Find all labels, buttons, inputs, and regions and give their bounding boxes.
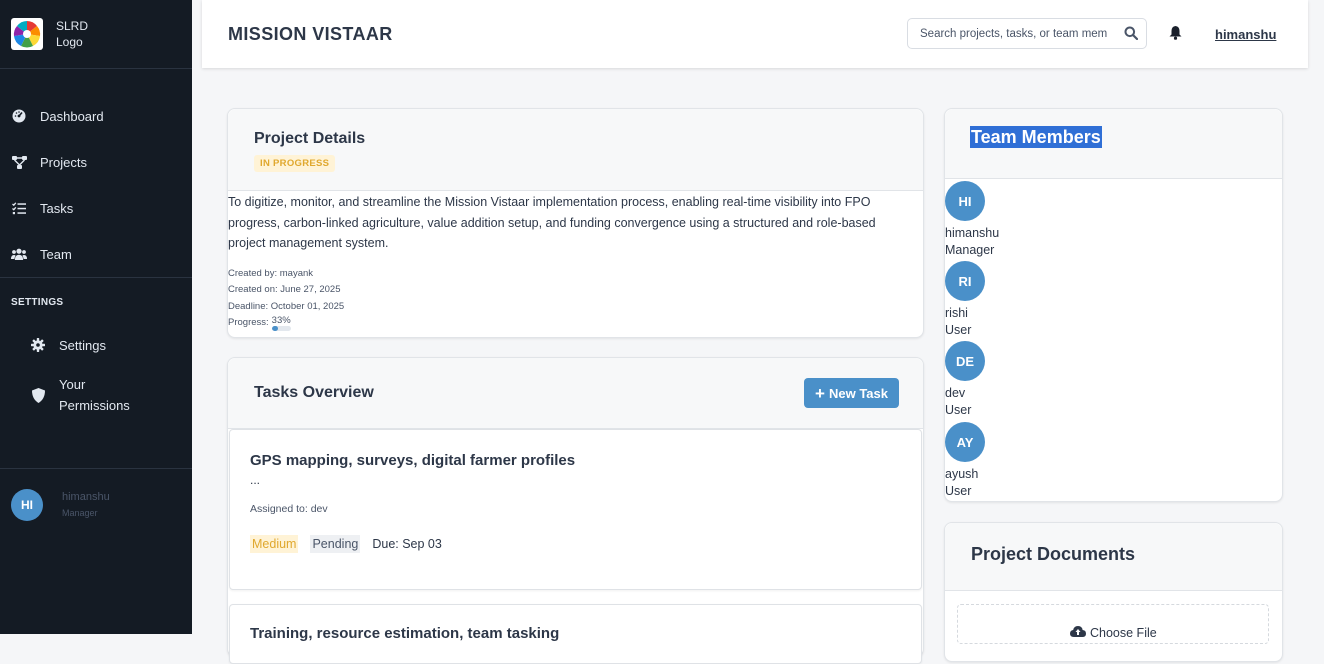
status-badge: IN PROGRESS <box>254 155 336 172</box>
sidebar-item-projects[interactable]: Projects <box>0 139 192 185</box>
list-item[interactable]: RI rishi User <box>945 261 985 337</box>
plus-icon: + <box>815 383 825 403</box>
team-icon <box>11 246 27 262</box>
member-role: Manager <box>945 243 995 257</box>
sidebar-user[interactable]: HI himanshu Manager <box>0 468 192 521</box>
team-members-header: Team Members <box>945 109 1282 179</box>
member-name: himanshu <box>945 226 1000 240</box>
avatar: HI <box>945 181 985 221</box>
project-meta: Created by: mayank Created on: June 27, … <box>228 266 923 332</box>
gear-icon <box>30 337 46 353</box>
logo-icon <box>11 18 43 50</box>
project-documents-header: Project Documents <box>945 523 1282 591</box>
file-dropzone[interactable]: Choose File <box>957 604 1269 644</box>
sidebar-item-label: Dashboard <box>40 108 104 124</box>
settings-heading: SETTINGS <box>11 297 64 308</box>
project-details-card: Project Details IN PROGRESS To digitize,… <box>227 108 924 338</box>
project-details-title: Project Details <box>254 130 366 147</box>
new-task-button[interactable]: + New Task <box>804 378 899 408</box>
sidebar-item-label: Tasks <box>40 200 74 216</box>
list-item[interactable]: HI himanshu Manager <box>945 181 999 257</box>
search-box <box>907 18 1147 49</box>
member-name: ayush <box>945 467 979 481</box>
logo-text-line2: Logo <box>56 35 83 49</box>
task-card[interactable]: GPS mapping, surveys, digital farmer pro… <box>229 429 922 590</box>
bell-icon[interactable] <box>1169 25 1182 45</box>
choose-file-label: Choose File <box>1090 625 1157 640</box>
projects-icon <box>11 154 27 170</box>
progress-wrap: 33% <box>271 315 292 331</box>
task-due: Due: Sep 03 <box>372 537 442 551</box>
created-by: Created by: mayank <box>228 267 314 279</box>
sidebar-nav: Dashboard Projects Tasks Team <box>0 69 192 277</box>
project-description: To digitize, monitor, and streamline the… <box>228 195 876 250</box>
logo-area: SLRD Logo <box>0 0 192 69</box>
project-documents-card: Project Documents Choose File <box>944 522 1283 662</box>
sidebar-user-name: himanshu <box>62 491 110 503</box>
progress-fill <box>271 326 278 331</box>
permissions-label-line2: Permissions <box>59 398 130 413</box>
progress-label: Progress: <box>228 317 269 328</box>
sidebar-item-dashboard[interactable]: Dashboard <box>0 93 192 139</box>
choose-file-button[interactable]: Choose File <box>1070 625 1157 640</box>
upload-cloud-icon <box>1070 625 1086 640</box>
sidebar-item-label: Settings <box>59 337 106 353</box>
page-title: MISSION VISTAAR <box>228 24 393 44</box>
avatar: AY <box>945 422 985 462</box>
sidebar-item-label: Your Permissions <box>59 374 130 416</box>
team-members-title: Team Members <box>970 126 1102 148</box>
list-item[interactable]: AY ayush User <box>945 422 985 498</box>
search-input[interactable] <box>908 19 1108 48</box>
sidebar-item-tasks[interactable]: Tasks <box>0 185 192 231</box>
logo-text: SLRD Logo <box>56 18 88 50</box>
deadline: Deadline: October 01, 2025 <box>228 300 345 312</box>
tasks-icon <box>11 200 27 216</box>
sidebar-item-team[interactable]: Team <box>0 231 192 277</box>
shield-icon <box>30 387 46 403</box>
sidebar-user-meta: himanshu Manager <box>62 489 110 518</box>
progress-bar <box>271 326 291 331</box>
member-name: rishi <box>945 306 968 320</box>
progress-row: Progress: 33% <box>228 315 923 332</box>
task-title: GPS mapping, surveys, digital farmer pro… <box>250 452 576 469</box>
logo-text-line1: SLRD <box>56 19 89 33</box>
priority-badge: Medium <box>250 535 299 553</box>
project-details-header: Project Details IN PROGRESS <box>228 109 923 191</box>
member-role: User <box>945 323 972 337</box>
sidebar: SLRD Logo Dashboard Projects Tasks Team … <box>0 0 192 634</box>
member-role: User <box>945 403 972 417</box>
avatar: HI <box>11 489 43 521</box>
tasks-overview-header: Tasks Overview + New Task <box>228 358 923 429</box>
new-task-label: New Task <box>828 385 888 401</box>
team-members-card: Team Members HI himanshu Manager RI rish… <box>944 108 1283 502</box>
avatar: DE <box>945 341 985 381</box>
project-documents-title: Project Documents <box>971 544 1136 564</box>
permissions-label-line1: Your <box>59 377 86 392</box>
created-on: Created on: June 27, 2025 <box>228 284 341 295</box>
sidebar-item-label: Team <box>40 246 72 262</box>
member-role: User <box>945 484 972 498</box>
sidebar-user-role: Manager <box>62 508 98 518</box>
task-card[interactable]: Training, resource estimation, team task… <box>229 604 922 664</box>
sidebar-item-settings[interactable]: Settings <box>0 330 192 360</box>
header-user-link[interactable]: himanshu <box>1215 27 1276 42</box>
dashboard-icon <box>11 108 27 124</box>
top-header: MISSION VISTAAR himanshu <box>202 0 1308 68</box>
list-item[interactable]: DE dev User <box>945 341 985 417</box>
progress-text: 33% <box>271 315 291 326</box>
sidebar-item-permissions[interactable]: Your Permissions <box>0 374 192 416</box>
status-badge: Pending <box>310 535 361 553</box>
member-name: dev <box>945 386 966 400</box>
sidebar-item-label: Projects <box>40 154 87 170</box>
avatar: RI <box>945 261 985 301</box>
task-tags: Medium Pending Due: Sep 03 <box>250 535 921 553</box>
task-excerpt: ... <box>250 473 261 487</box>
task-assignee: Assigned to: dev <box>250 503 328 515</box>
search-icon[interactable] <box>1124 26 1139 45</box>
